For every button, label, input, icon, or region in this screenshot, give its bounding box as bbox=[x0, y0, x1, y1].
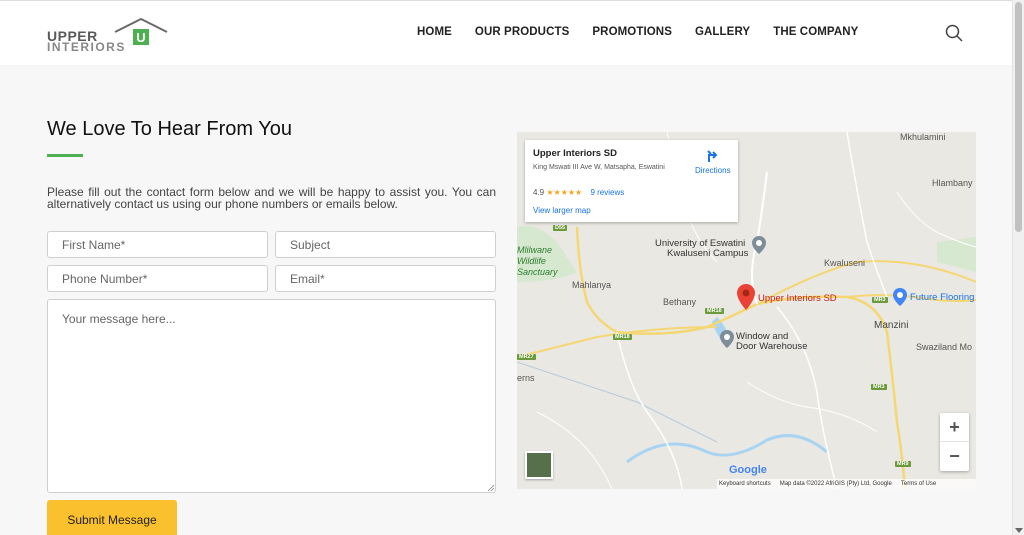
place-address: King Mswati III Ave W, Matsapha, Eswatin… bbox=[533, 164, 665, 171]
keyboard-shortcuts-link[interactable]: Keyboard shortcuts bbox=[719, 481, 771, 487]
place-info-card: Upper Interiors SD King Mswati III Ave W… bbox=[525, 140, 738, 222]
nav-home[interactable]: HOME bbox=[417, 26, 452, 38]
phone-number-input[interactable] bbox=[47, 265, 268, 292]
map-label-mkhulamini: Mkhulamini bbox=[900, 132, 946, 142]
rating-stars: ★★★★★ bbox=[546, 188, 583, 197]
rating-value: 4.9 bbox=[533, 188, 545, 197]
terms-of-use-link[interactable]: Terms of Use bbox=[901, 481, 936, 487]
first-name-input[interactable] bbox=[47, 231, 268, 258]
nav-our-products[interactable]: OUR PRODUCTS bbox=[475, 26, 569, 38]
map-label-hlambany: Hlambany bbox=[932, 178, 973, 188]
map-label-mlilwane-2: Wildlife bbox=[517, 256, 546, 266]
map-label-window-2: Door Warehouse bbox=[736, 341, 808, 352]
map-label-future-flooring[interactable]: Future Flooring bbox=[910, 292, 974, 303]
contact-intro-text: Please fill out the contact form below a… bbox=[47, 185, 496, 211]
google-map[interactable]: Mkhulamini Hlambany University of Eswati… bbox=[517, 132, 976, 489]
scrollbar-thumb[interactable] bbox=[1015, 2, 1022, 232]
upper-interiors-logo[interactable]: UPPER INTERIORS U bbox=[47, 16, 171, 54]
submit-message-button[interactable]: Submit Message bbox=[47, 500, 177, 535]
future-flooring-pin-icon[interactable] bbox=[893, 288, 907, 306]
map-label-manzini: Manzini bbox=[874, 320, 909, 331]
business-location-pin-icon[interactable] bbox=[737, 284, 755, 310]
google-logo: Google bbox=[729, 464, 767, 476]
map-data-text: Map data ©2022 AfriGIS (Pty) Ltd, Google bbox=[779, 481, 892, 487]
directions-link[interactable]: Directions bbox=[695, 166, 731, 175]
map-label-mahlanya: Mahlanya bbox=[572, 280, 612, 290]
page-title: We Love To Hear From You bbox=[47, 118, 292, 140]
nav-the-company[interactable]: THE COMPANY bbox=[773, 26, 858, 38]
road-shield-mr3-a: MR3 bbox=[872, 297, 888, 303]
map-label-erns: erns bbox=[517, 373, 535, 383]
subject-input[interactable] bbox=[275, 231, 496, 258]
road-shield-mr18-a: MR18 bbox=[705, 308, 724, 314]
svg-text:U: U bbox=[136, 30, 145, 45]
page-scrollbar[interactable] bbox=[1012, 0, 1024, 535]
google-logo-text: Google bbox=[729, 464, 767, 476]
email-input[interactable] bbox=[275, 265, 496, 292]
zoom-controls: + − bbox=[940, 413, 969, 471]
map-label-mlilwane-3: Sanctuary bbox=[517, 267, 558, 277]
satellite-layer-toggle[interactable] bbox=[525, 451, 553, 479]
map-label-campus: Kwaluseni Campus bbox=[667, 248, 749, 259]
map-label-upper-interiors[interactable]: Upper Interiors SD bbox=[758, 293, 837, 304]
road-shield-mr18-b: MR18 bbox=[613, 334, 632, 340]
zoom-out-button[interactable]: − bbox=[940, 442, 969, 471]
main-nav: HOME OUR PRODUCTS PROMOTIONS GALLERY THE… bbox=[417, 26, 881, 38]
map-label-mlilwane-1: Mlilwane bbox=[517, 245, 553, 255]
road-shield-mr3-b: MR3 bbox=[871, 384, 887, 390]
site-header: UPPER INTERIORS U HOME OUR PRODUCTS PROM… bbox=[0, 0, 1012, 65]
reviews-link[interactable]: 9 reviews bbox=[590, 188, 624, 197]
road-shield-mr27: MR27 bbox=[517, 354, 536, 360]
map-label-swaziland: Swaziland Mo bbox=[916, 342, 973, 352]
scroll-down-arrow-icon[interactable] bbox=[1015, 528, 1023, 533]
message-textarea[interactable] bbox=[47, 299, 496, 493]
road-shield-d55: D55 bbox=[553, 225, 568, 231]
logo-house-icon: U bbox=[114, 17, 168, 45]
place-name: Upper Interiors SD bbox=[533, 148, 617, 159]
view-larger-map-link[interactable]: View larger map bbox=[533, 206, 591, 215]
university-pin-icon[interactable] bbox=[752, 236, 766, 254]
map-label-kwaluseni: Kwaluseni bbox=[824, 258, 866, 268]
title-underline bbox=[47, 154, 83, 157]
road-shield-mr9: MR9 bbox=[895, 461, 911, 467]
zoom-in-button[interactable]: + bbox=[940, 413, 969, 442]
map-attribution: Keyboard shortcuts Map data ©2022 AfriGI… bbox=[717, 479, 976, 489]
directions-icon[interactable] bbox=[706, 149, 720, 163]
search-icon[interactable] bbox=[945, 24, 963, 42]
warehouse-pin-icon[interactable] bbox=[720, 330, 734, 348]
place-rating: 4.9 ★★★★★ 9 reviews bbox=[533, 188, 624, 197]
map-label-bethany: Bethany bbox=[663, 297, 697, 307]
resize-grip-icon[interactable] bbox=[487, 484, 494, 491]
nav-promotions[interactable]: PROMOTIONS bbox=[592, 26, 672, 38]
nav-gallery[interactable]: GALLERY bbox=[695, 26, 750, 38]
